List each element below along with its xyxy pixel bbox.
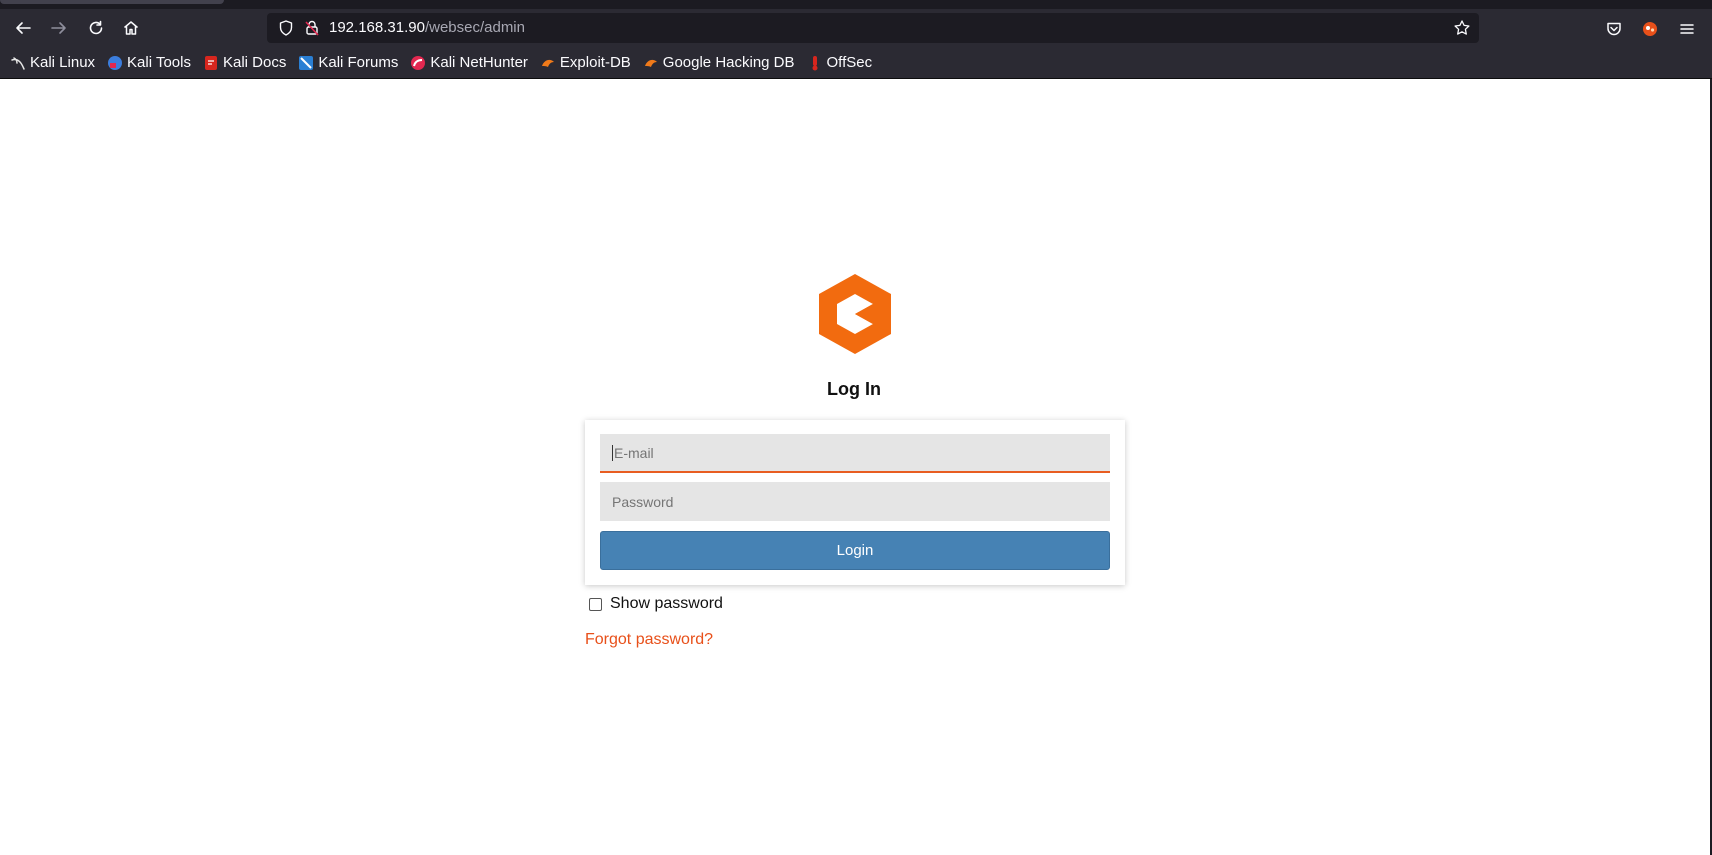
offsec-icon [812,55,818,70]
bookmark-label: Exploit-DB [559,54,631,71]
password-placeholder: Password [612,493,674,510]
login-card: E-mail Password Login [585,420,1125,585]
kali-docs-icon [204,55,217,70]
navigation-toolbar: 192.168.31.90/websec/admin [0,9,1712,47]
arrow-left-icon [16,22,31,34]
ghdb-icon [644,59,657,67]
pocket-icon [1607,22,1621,36]
login-page: Log In E-mail Password Login Show passwo… [0,80,1710,855]
email-field[interactable]: E-mail [600,434,1110,473]
home-button[interactable] [117,14,145,42]
text-caret [612,444,613,461]
bookmark-kali-forums[interactable]: Kali Forums [298,54,398,71]
page-title: Log In [827,379,881,399]
back-button[interactable] [9,14,37,42]
kali-tools-icon [108,55,123,70]
bookmark-kali-tools[interactable]: Kali Tools [107,54,191,71]
url-text[interactable]: 192.168.31.90/websec/admin [329,19,525,36]
bookmark-kali-linux[interactable]: Kali Linux [10,54,95,71]
bookmark-exploit-db[interactable]: Exploit-DB [540,54,631,71]
bookmark-offsec[interactable]: OffSec [807,54,873,71]
extension-button[interactable] [1639,18,1661,40]
password-field[interactable]: Password [600,482,1110,521]
insecure-lock-icon[interactable] [303,19,321,37]
bookmark-google-hacking-db[interactable]: Google Hacking DB [643,54,795,71]
home-icon [124,21,138,35]
brand-logo-icon [819,274,891,354]
kali-nethunter-icon [411,55,426,70]
reload-icon [89,20,103,35]
bookmark-label: Kali NetHunter [430,54,528,71]
arrow-right-icon [51,22,66,34]
forgot-password-link[interactable]: Forgot password? [585,631,713,649]
pocket-button[interactable] [1603,18,1625,40]
show-password-toggle[interactable]: Show password [589,595,723,613]
bookmark-kali-nethunter[interactable]: Kali NetHunter [410,54,528,71]
bookmark-kali-docs[interactable]: Kali Docs [203,54,286,71]
shield-icon[interactable] [277,19,295,37]
show-password-checkbox[interactable] [589,597,602,611]
forward-button[interactable] [45,14,73,42]
kali-forums-icon [299,55,314,70]
bookmark-label: Kali Docs [222,54,287,71]
reload-button[interactable] [82,14,110,42]
url-path: /websec/admin [424,19,525,36]
tab-strip [0,0,1712,9]
url-bar[interactable]: 192.168.31.90/websec/admin [267,13,1479,43]
login-button[interactable]: Login [600,531,1110,570]
bookmark-label: OffSec [826,54,873,71]
show-password-label: Show password [610,595,723,612]
extension-icon [1643,22,1657,36]
email-placeholder: E-mail [614,444,654,461]
bookmark-label: Kali Forums [318,54,399,71]
bookmark-label: Kali Tools [127,54,191,71]
menu-button[interactable] [1676,18,1698,40]
kali-dragon-icon [11,56,25,70]
exploit-db-icon [541,59,554,67]
bookmark-label: Google Hacking DB [662,54,795,71]
hamburger-menu-icon [1680,24,1694,34]
bookmark-star-icon[interactable] [1453,19,1471,37]
bookmarks-toolbar: Kali Linux Kali Tools Kali Docs Kali For… [0,47,1712,79]
url-host: 192.168.31.90 [329,19,425,36]
active-tab[interactable] [0,0,224,4]
bookmark-label: Kali Linux [30,54,96,71]
